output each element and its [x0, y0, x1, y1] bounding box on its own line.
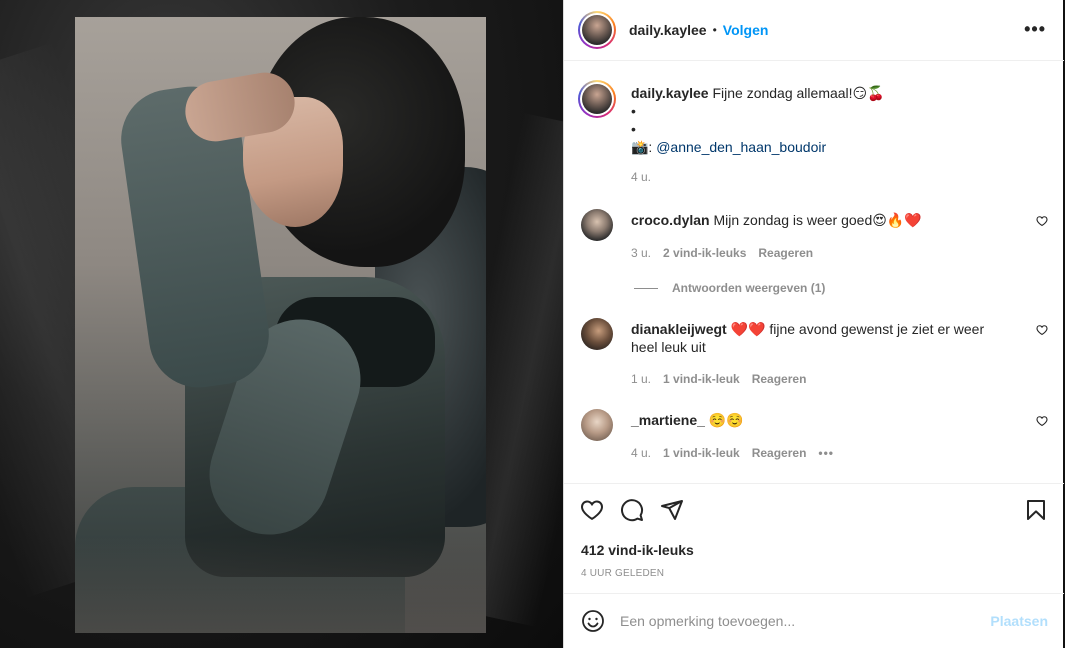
comment-bubble-icon[interactable]	[620, 498, 644, 522]
caption-line: •	[631, 103, 636, 119]
comment-text: Mijn zondag is weer goed😍🔥❤️	[713, 212, 922, 228]
caption-text: Fijne zondag allemaal!😏🍒	[712, 85, 885, 101]
post-timestamp[interactable]: 4 UUR GELEDEN	[581, 568, 664, 579]
view-replies-label: Antwoorden weergeven (1)	[672, 281, 826, 295]
like-comment-icon[interactable]	[1036, 324, 1048, 336]
follow-button[interactable]: Volgen	[723, 22, 769, 38]
comment-time[interactable]: 4 u.	[631, 446, 651, 460]
separator-dot: •	[712, 23, 717, 37]
comment-options-icon[interactable]: •••	[818, 446, 834, 460]
comments-list[interactable]: daily.kaylee Fijne zondag allemaal!😏🍒 • …	[564, 61, 1064, 483]
more-options-icon[interactable]: •••	[1024, 20, 1046, 38]
comment-username[interactable]: dianakleijwegt	[631, 321, 727, 337]
author-username[interactable]: daily.kaylee	[629, 22, 707, 38]
comment-likes[interactable]: 1 vind-ik-leuk	[663, 446, 740, 460]
comment-likes[interactable]: 1 vind-ik-leuk	[663, 372, 740, 386]
reply-button[interactable]: Reageren	[752, 446, 807, 460]
comment-time[interactable]: 1 u.	[631, 372, 651, 386]
comment-username[interactable]: _martiene_	[631, 412, 705, 428]
caption-username[interactable]: daily.kaylee	[631, 85, 709, 101]
post-photo[interactable]	[75, 17, 486, 633]
caption-avatar[interactable]	[578, 80, 616, 118]
like-comment-icon[interactable]	[1036, 415, 1048, 427]
bookmark-icon[interactable]	[1024, 498, 1048, 522]
view-replies-button[interactable]: Antwoorden weergeven (1)	[634, 281, 825, 295]
post-header: daily.kaylee • Volgen •••	[564, 0, 1064, 61]
comment-username[interactable]: croco.dylan	[631, 212, 710, 228]
camera-emoji: 📸:	[631, 139, 653, 155]
reply-button[interactable]: Reageren	[758, 246, 813, 260]
comment-time[interactable]: 3 u.	[631, 246, 651, 260]
comment-input[interactable]	[620, 613, 970, 629]
likes-count[interactable]: 412 vind-ik-leuks	[581, 542, 694, 558]
media-backdrop	[0, 0, 563, 648]
post-panel: daily.kaylee • Volgen ••• daily.kaylee F…	[563, 0, 1064, 648]
commenter-avatar[interactable]	[581, 409, 613, 441]
caption-mention-link[interactable]: @anne_den_haan_boudoir	[656, 139, 826, 155]
add-comment-bar: Plaatsen	[564, 593, 1064, 648]
reply-button[interactable]: Reageren	[752, 372, 807, 386]
like-heart-icon[interactable]	[580, 498, 604, 522]
commenter-avatar[interactable]	[581, 209, 613, 241]
share-send-icon[interactable]	[660, 498, 684, 522]
comment-likes[interactable]: 2 vind-ik-leuks	[663, 246, 746, 260]
commenter-avatar[interactable]	[581, 318, 613, 350]
comment-text: ☺️☺️	[708, 412, 744, 428]
like-comment-icon[interactable]	[1036, 215, 1048, 227]
post-actions: 412 vind-ik-leuks 4 UUR GELEDEN	[564, 483, 1064, 593]
caption-line: •	[631, 121, 636, 137]
author-avatar[interactable]	[578, 11, 616, 49]
caption-time[interactable]: 4 u.	[631, 168, 1041, 186]
post-comment-button[interactable]: Plaatsen	[990, 613, 1048, 629]
emoji-icon[interactable]	[581, 609, 605, 633]
